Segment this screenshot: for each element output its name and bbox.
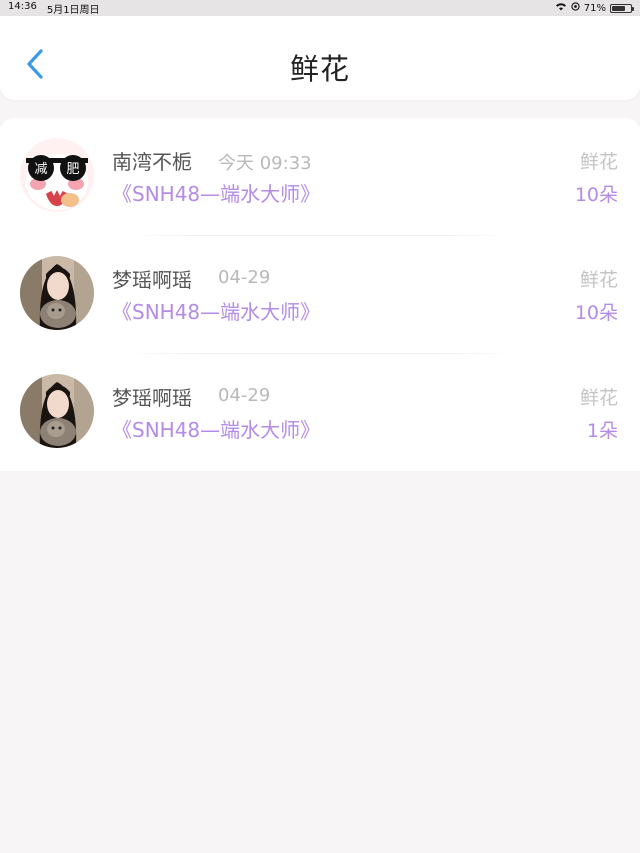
work-title-link[interactable]: 《SNH48—端水大师》 bbox=[112, 296, 320, 325]
nav-bar: 鲜花 bbox=[0, 16, 640, 100]
gift-type: 鲜花 bbox=[579, 387, 618, 409]
avatar[interactable] bbox=[20, 256, 94, 330]
battery-icon bbox=[610, 3, 634, 13]
status-time: 14:36 bbox=[8, 0, 37, 12]
work-title-link[interactable]: 《SNH48—端水大师》 bbox=[112, 414, 320, 443]
user-name[interactable]: 梦瑶啊瑶 bbox=[112, 264, 192, 293]
gift-count: 10朵 bbox=[574, 184, 618, 206]
list-item[interactable]: 减 肥 南湾不栀 今天 09:33 鲜花 《SNH48—端水大师》 10朵 bbox=[0, 118, 640, 236]
user-name[interactable]: 南湾不栀 bbox=[112, 146, 192, 175]
location-icon bbox=[571, 2, 580, 14]
avatar-sticker-text: 肥 bbox=[66, 162, 79, 177]
page-title: 鲜花 bbox=[289, 52, 350, 86]
wifi-icon bbox=[555, 2, 567, 14]
battery-fill bbox=[612, 5, 625, 11]
timestamp: 04-29 bbox=[218, 267, 271, 288]
gift-record-list: 减 肥 南湾不栀 今天 09:33 鲜花 《SNH48—端水大师》 10朵 梦瑶… bbox=[0, 118, 640, 471]
work-title-link[interactable]: 《SNH48—端水大师》 bbox=[112, 178, 320, 207]
gift-type: 鲜花 bbox=[579, 269, 618, 291]
gift-count: 10朵 bbox=[574, 302, 618, 324]
avatar[interactable] bbox=[20, 374, 94, 448]
status-date: 5月1日周日 bbox=[46, 4, 100, 16]
gift-type: 鲜花 bbox=[579, 151, 618, 173]
list-item[interactable]: 梦瑶啊瑶 04-29 鲜花 《SNH48—端水大师》 10朵 bbox=[0, 236, 640, 354]
avatar-sticker-text: 减 bbox=[34, 162, 47, 177]
list-item[interactable]: 梦瑶啊瑶 04-29 鲜花 《SNH48—端水大师》 1朵 bbox=[0, 354, 640, 472]
battery-percent: 71% bbox=[583, 2, 606, 14]
avatar[interactable]: 减 肥 bbox=[20, 138, 94, 212]
gift-count: 1朵 bbox=[586, 420, 618, 442]
timestamp: 04-29 bbox=[218, 385, 271, 406]
user-name[interactable]: 梦瑶啊瑶 bbox=[112, 382, 192, 411]
timestamp: 今天 09:33 bbox=[218, 153, 312, 174]
status-bar: 14:36 5月1日周日 71% bbox=[0, 0, 640, 16]
